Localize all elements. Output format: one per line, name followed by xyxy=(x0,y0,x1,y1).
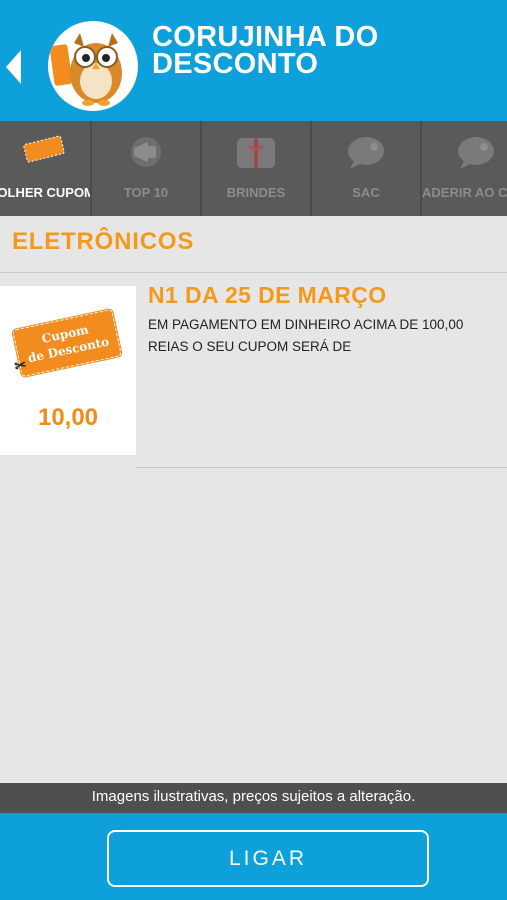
offer-description: EM PAGAMENTO EM DINHEIRO ACIMA DE 100,00… xyxy=(148,317,464,354)
offer-image[interactable]: Cupom de Desconto ✂ 10,00 xyxy=(0,286,136,455)
category-tabs: COLHER CUPOM TOP 10 BRINDES SAC ADERIR A… xyxy=(0,121,507,216)
chat-icon xyxy=(454,135,498,176)
tab-top-10[interactable]: TOP 10 xyxy=(92,121,202,216)
section-divider xyxy=(0,272,507,273)
gift-icon xyxy=(234,135,278,176)
coupon-icon xyxy=(22,135,68,170)
offer-title[interactable]: N1 DA 25 DE MARÇO xyxy=(148,282,387,309)
tab-label: SAC xyxy=(352,185,380,200)
coupon-badge: Cupom de Desconto ✂ xyxy=(11,307,123,379)
app-header: CORUJINHA DO DESCONTO xyxy=(0,0,507,121)
call-button[interactable]: LIGAR xyxy=(107,830,429,887)
owl-logo xyxy=(48,21,138,111)
offer-price: 10,00 xyxy=(37,404,99,431)
disclaimer-bar: Imagens ilustrativas, preços sujeitos a … xyxy=(0,783,507,813)
tab-label: BRINDES xyxy=(226,185,286,200)
app-title: CORUJINHA DO DESCONTO xyxy=(152,21,379,80)
tab-sac[interactable]: SAC xyxy=(312,121,422,216)
tab-brindes[interactable]: BRINDES xyxy=(202,121,312,216)
chat-icon xyxy=(344,135,388,176)
section-title: ELETRÔNICOS xyxy=(12,228,195,255)
back-arrow-icon[interactable] xyxy=(6,50,21,84)
tab-colher-cupom[interactable]: COLHER CUPOM xyxy=(0,121,92,216)
megaphone-icon xyxy=(124,135,168,174)
tab-aderir[interactable]: ADERIR AO CUPOM xyxy=(422,121,507,216)
tab-label: COLHER CUPOM xyxy=(0,185,90,200)
footer-bar: LIGAR xyxy=(0,813,507,900)
offer-divider xyxy=(136,467,507,468)
tab-label: TOP 10 xyxy=(123,185,169,200)
tab-label: ADERIR AO CUPOM xyxy=(422,185,507,200)
